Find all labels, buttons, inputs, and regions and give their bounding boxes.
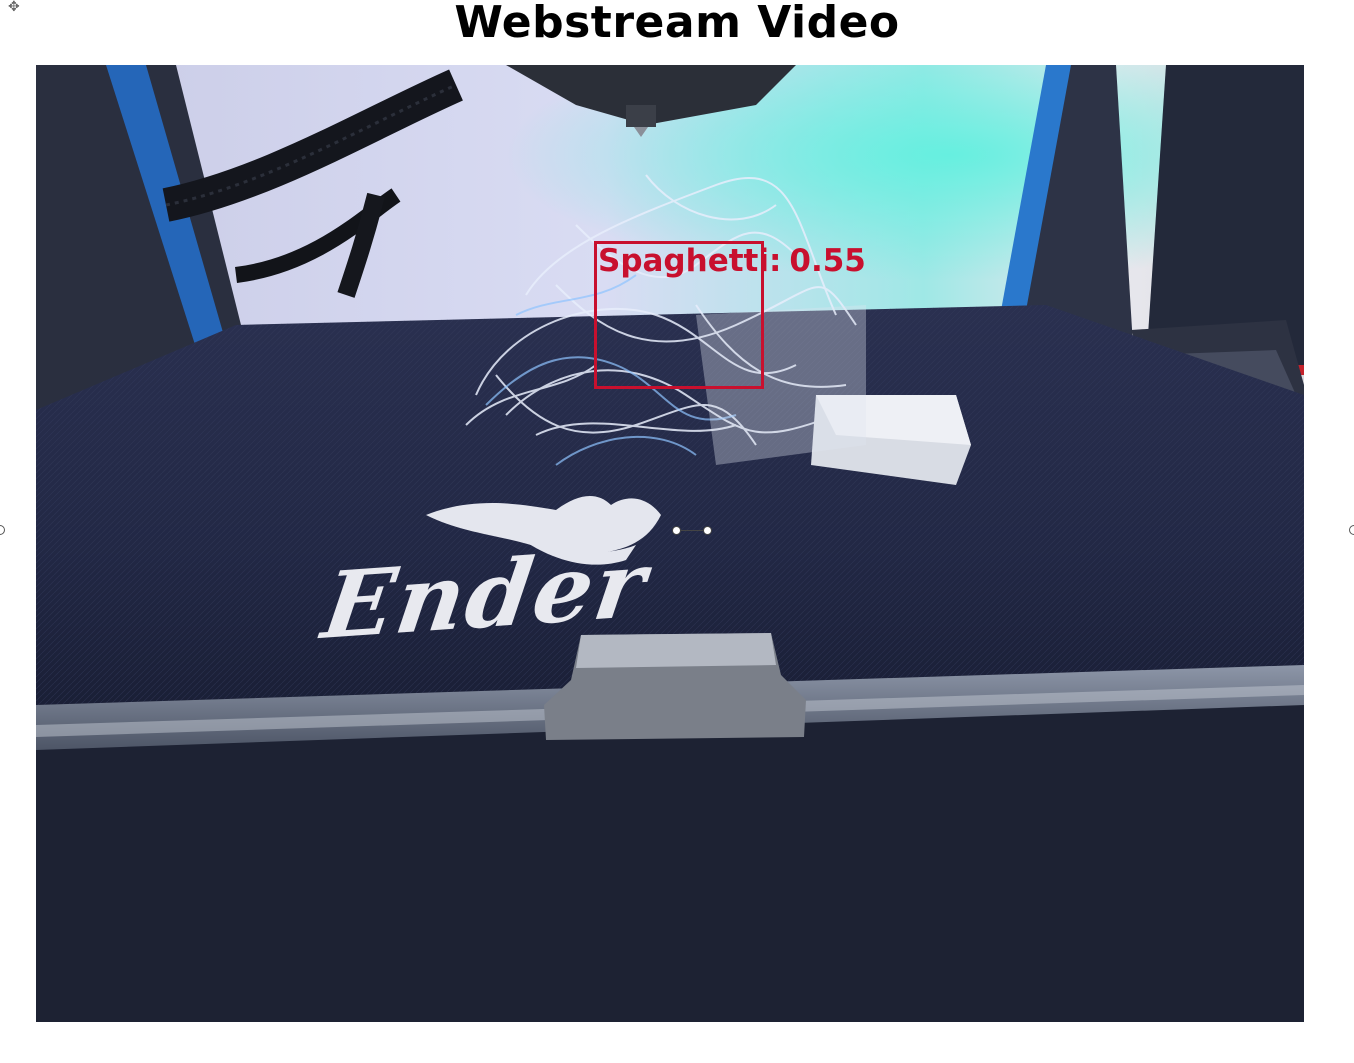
detection-confidence: 0.55 xyxy=(789,243,866,279)
detection-label: Spaghetti: 0.55 xyxy=(598,241,866,281)
split-resize-handle-icon[interactable] xyxy=(672,525,712,537)
video-scene xyxy=(36,65,1304,750)
resize-handle-right-icon[interactable] xyxy=(1349,525,1354,535)
handle-dot-right xyxy=(703,526,712,535)
ender-wordmark: Ender xyxy=(316,530,654,660)
handle-dot-left xyxy=(672,526,681,535)
webstream-page: ✥ Webstream Video Ender Spaghetti: 0.55 xyxy=(0,0,1354,1063)
handle-line xyxy=(681,530,703,531)
page-title: Webstream Video xyxy=(454,0,900,48)
resize-handle-left-icon[interactable] xyxy=(0,525,5,535)
detection-class: Spaghetti: xyxy=(598,243,782,279)
webstream-video-frame: Ender Spaghetti: 0.55 xyxy=(36,65,1304,1022)
